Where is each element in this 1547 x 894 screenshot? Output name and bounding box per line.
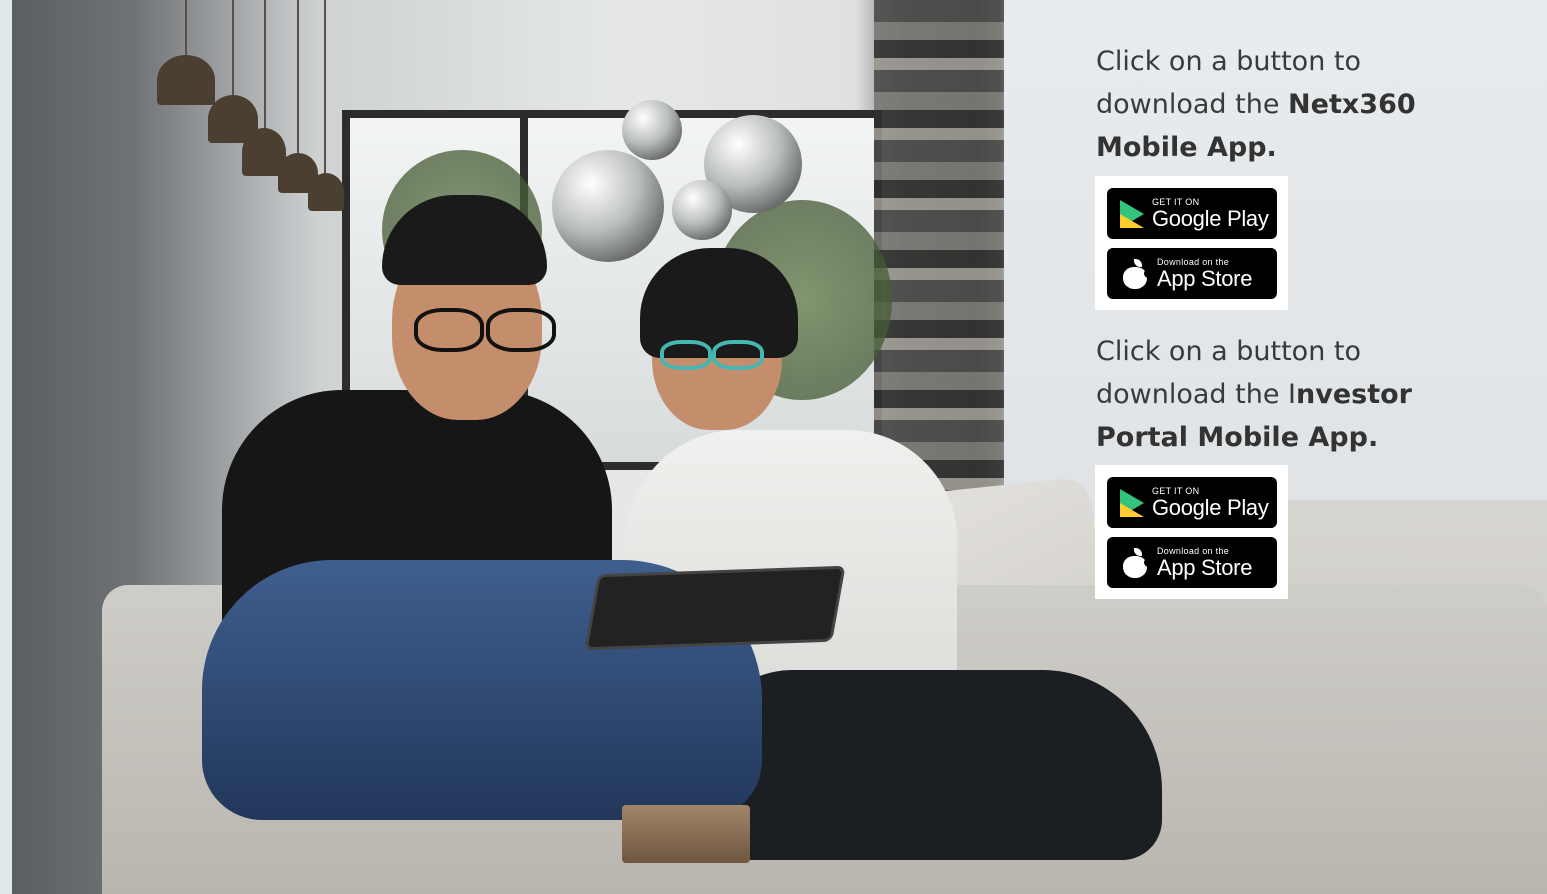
apple-icon [1121,547,1153,578]
woman-pants [702,670,1162,860]
lamp-cord [232,0,234,95]
app-store-small-label: Download on the [1157,256,1230,267]
google-play-icon [1120,488,1144,517]
glass-globe [622,100,682,160]
lamp-cord [264,0,266,130]
tablet [584,565,846,651]
app-store-small-label: Download on the [1157,545,1230,556]
glass-globe [552,150,664,262]
app-store-label: App Store [1157,554,1253,580]
investor-portal-app-store-button[interactable]: Download on the App Store [1107,537,1277,588]
netx360-badges-panel: GET IT ON Google Play Download on the Ap… [1095,176,1288,310]
pendant-lamp [157,55,215,105]
book [622,805,750,863]
woman-hair [640,248,798,358]
google-play-small-label: GET IT ON [1152,485,1200,496]
google-play-label: Google Play [1152,494,1269,520]
woman-glasses [660,340,712,370]
app-store-label: App Store [1157,265,1253,291]
pendant-lamp [308,173,344,211]
man-glasses [414,308,484,352]
investor-portal-download-text: Click on a button to download the Invest… [1096,330,1496,459]
apple-icon [1121,258,1153,289]
netx360-google-play-button[interactable]: GET IT ON Google Play [1107,188,1277,239]
glass-globe [672,180,732,240]
netx360-download-text: Click on a button to download the Netx36… [1096,40,1496,169]
google-play-icon [1120,199,1144,228]
investor-portal-badges-panel: GET IT ON Google Play Download on the Ap… [1095,465,1288,599]
google-play-label: Google Play [1152,205,1269,231]
google-play-small-label: GET IT ON [1152,196,1200,207]
left-edge-strip [0,0,12,894]
netx360-app-store-button[interactable]: Download on the App Store [1107,248,1277,299]
investor-portal-google-play-button[interactable]: GET IT ON Google Play [1107,477,1277,528]
lamp-cord [297,0,299,155]
man-glasses [486,308,556,352]
woman-glasses [712,340,764,370]
lamp-cord [324,0,326,175]
lamp-cord [185,0,187,55]
